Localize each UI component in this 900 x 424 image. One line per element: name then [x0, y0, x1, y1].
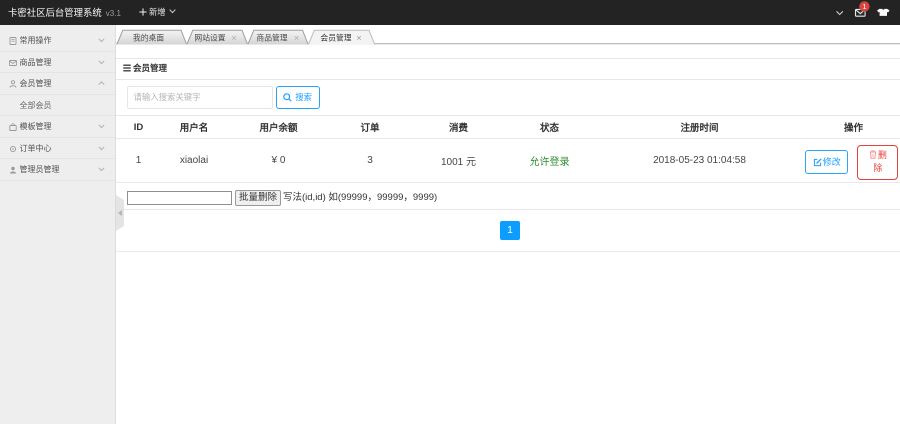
svg-text:✕: ✕ [356, 35, 362, 42]
svg-text:✕: ✕ [231, 35, 237, 42]
svg-text:会员管理: 会员管理 [320, 32, 351, 42]
svg-text:1: 1 [862, 2, 866, 11]
svg-text:商品管理: 商品管理 [256, 32, 287, 42]
svg-text:我的桌面: 我的桌面 [133, 32, 164, 42]
svg-text:网站设置: 网站设置 [194, 32, 225, 42]
svg-text:✕: ✕ [294, 35, 300, 42]
